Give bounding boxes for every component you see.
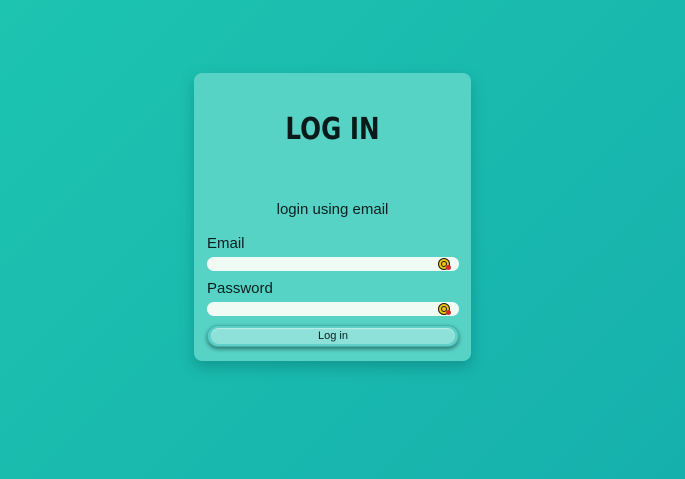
- password-manager-icon[interactable]: [438, 258, 451, 270]
- password-manager-icon[interactable]: [438, 303, 451, 315]
- login-card: LOG IN login using email Email Password …: [194, 73, 471, 361]
- email-label: Email: [207, 235, 245, 252]
- email-field[interactable]: [207, 257, 459, 271]
- password-field[interactable]: [207, 302, 459, 316]
- login-subtitle: login using email: [276, 201, 389, 218]
- login-button[interactable]: Log in: [207, 325, 459, 347]
- login-button-label: Log in: [211, 328, 455, 344]
- password-label: Password: [207, 280, 273, 297]
- page-title: LOG IN: [285, 112, 380, 147]
